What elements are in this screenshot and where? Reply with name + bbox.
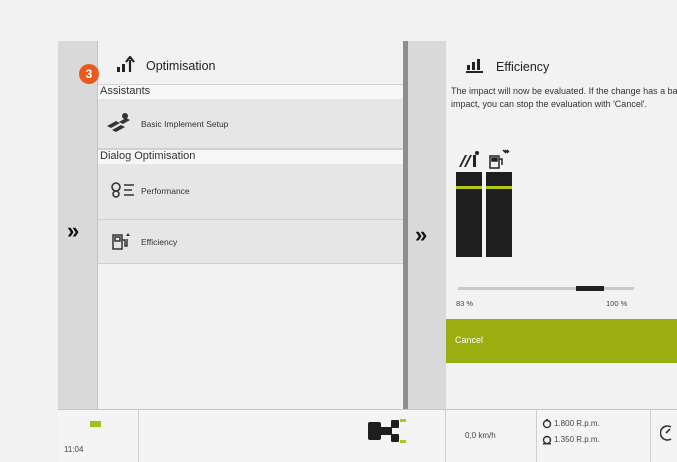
implement-setup-icon (107, 113, 130, 132)
ground-speed: 0,0 km/h (465, 431, 496, 440)
menu-item-performance[interactable]: Performance (98, 164, 403, 220)
engine-rpm-icon (542, 435, 552, 445)
clock-time: 11:04 (64, 445, 84, 454)
menu-item-efficiency[interactable]: Efficiency (98, 220, 403, 264)
status-bar: 11:04 0,0 km/h 1.800 R.p.m. 1.350 R.p.m. (58, 409, 677, 462)
double-chevron-right-icon[interactable]: » (415, 222, 427, 248)
efficiency-chart-icon (466, 59, 483, 73)
step-badge-number: 3 (85, 67, 93, 81)
menu-item-basic-implement-setup[interactable]: Basic Implement Setup (98, 99, 403, 149)
fuel-meter-level (456, 186, 482, 189)
right-expand-strip[interactable]: » (408, 41, 446, 409)
optimisation-header: Optimisation (98, 41, 403, 84)
throughput-meter-level (486, 186, 512, 189)
engine-rpm-target: 1.800 R.p.m. (554, 419, 600, 428)
fuel-pump-icon (459, 151, 479, 167)
engine-rpm-icon (542, 419, 552, 429)
status-separator (650, 410, 651, 462)
cancel-button[interactable]: Cancel (446, 319, 677, 363)
evaluation-message: The impact will now be evaluated. If the… (451, 86, 677, 109)
efficiency-fuel-icon (112, 233, 130, 250)
menu-item-label: Basic Implement Setup (141, 119, 229, 129)
progress-start-label: 83 % (456, 299, 474, 308)
status-separator (445, 410, 446, 462)
tractor-implement-icon (368, 419, 406, 443)
section-header-assistants: Assistants (98, 84, 403, 100)
section-header-label: Assistants (100, 85, 151, 97)
cancel-button-label: Cancel (455, 335, 484, 345)
throughput-icon (489, 149, 510, 169)
battery-icon (90, 421, 101, 427)
section-header-dialog-optimisation: Dialog Optimisation (98, 149, 403, 165)
performance-gears-icon (111, 182, 134, 198)
gauge-icon[interactable] (660, 424, 674, 442)
progress-end-label: 100 % (606, 299, 628, 308)
menu-item-label: Efficiency (141, 237, 178, 247)
efficiency-title: Efficiency (496, 60, 550, 74)
double-chevron-right-icon[interactable]: » (67, 218, 79, 244)
fuel-meter (456, 172, 482, 257)
optimisation-arrow-icon (117, 56, 135, 72)
menu-item-label: Performance (141, 186, 190, 196)
terminal-screen: » Optimisation Assistants Basic Implemen… (58, 41, 677, 462)
status-separator (536, 410, 537, 462)
evaluation-progress-track (458, 286, 634, 291)
section-header-label: Dialog Optimisation (100, 150, 196, 162)
step-badge: 3 (79, 64, 99, 84)
left-expand-strip[interactable]: » (58, 41, 98, 409)
throughput-meter (486, 172, 512, 257)
status-separator (138, 410, 139, 462)
efficiency-panel: Efficiency The impact will now be evalua… (446, 41, 677, 409)
evaluation-progress-fill (576, 286, 604, 291)
optimisation-panel: Optimisation Assistants Basic Implement … (98, 41, 403, 409)
engine-rpm-actual: 1.350 R.p.m. (554, 435, 600, 444)
optimisation-title: Optimisation (146, 59, 216, 73)
